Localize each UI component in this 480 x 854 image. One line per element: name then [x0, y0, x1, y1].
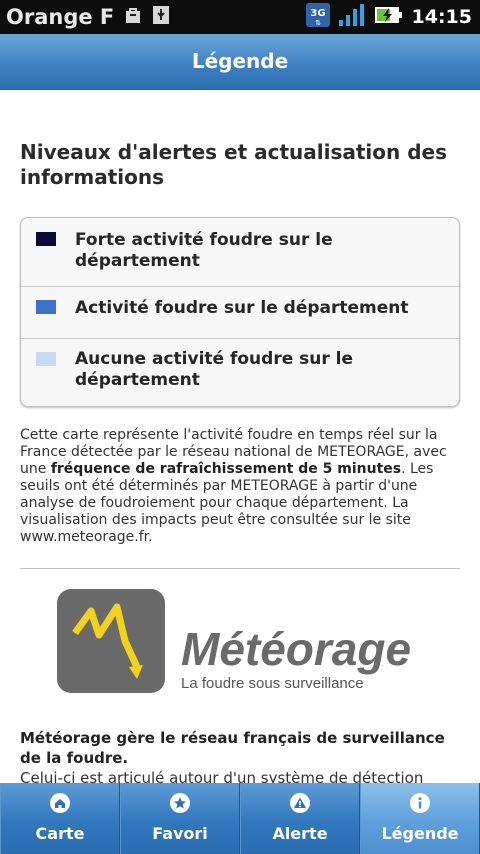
svg-text:3G: 3G [310, 8, 325, 19]
legend-item-label: Forte activité foudre sur le département [75, 230, 333, 271]
legend-swatch-strong [36, 232, 56, 246]
tab-label: Carte [35, 824, 85, 843]
warning-icon [290, 793, 310, 813]
about-heading: Météorage gère le réseau français de sur… [20, 729, 445, 767]
tab-label: Alerte [272, 824, 328, 843]
description-paragraph: Cette carte représente l'activité foudre… [20, 427, 447, 545]
tab-alerte[interactable]: Alerte [240, 783, 360, 854]
tab-label: Légende [381, 824, 459, 843]
clock: 14:15 [411, 6, 472, 28]
section-heading: Niveaux d'alertes et actualisation des i… [20, 140, 447, 189]
meteorage-logo-icon: Météorage La foudre sous surveillance [55, 583, 423, 708]
svg-text:La foudre sous surveillance: La foudre sous surveillance [181, 675, 364, 692]
divider [20, 568, 460, 569]
home-icon [50, 793, 70, 813]
tab-favori[interactable]: Favori [120, 783, 240, 854]
svg-text:Météorage: Météorage [181, 623, 411, 675]
legend-swatch-none [36, 352, 56, 366]
legend-item: Activité foudre sur le département [21, 287, 459, 339]
tab-legende[interactable]: Légende [360, 783, 480, 854]
legend-item-label: Aucune activité foudre sur le départemen… [75, 349, 354, 390]
refresh-frequency: fréquence de rafraîchissement de 5 minut… [50, 461, 402, 477]
usb-icon [152, 5, 170, 29]
battery-charging-icon [374, 5, 404, 29]
carrier-name: Orange F [6, 5, 115, 29]
network-3g-icon: 3G ⇅ [305, 3, 330, 31]
legend-content[interactable]: Niveaux d'alertes et actualisation des i… [0, 90, 480, 783]
tab-carte[interactable]: Carte [0, 783, 120, 854]
about-body: Celui-ci est articulé autour d'un systèm… [20, 769, 424, 783]
legend-swatch-medium [36, 300, 56, 314]
shopping-bag-icon [124, 6, 142, 28]
info-icon [410, 793, 430, 813]
alert-legend: Forte activité foudre sur le département… [20, 217, 460, 407]
meteorage-logo: Météorage La foudre sous surveillance [55, 583, 423, 708]
legend-item-label: Activité foudre sur le département [75, 298, 409, 318]
svg-text:⇅: ⇅ [315, 19, 321, 27]
page-title: Légende [191, 49, 289, 73]
status-bar: Orange F 3G ⇅ 14:15 [0, 0, 480, 34]
legend-item: Forte activité foudre sur le département [21, 218, 459, 287]
tab-bar: Carte Favori Alerte Légende [0, 783, 480, 854]
legend-item: Aucune activité foudre sur le départemen… [21, 339, 459, 406]
signal-strength-icon [338, 3, 366, 31]
title-bar: Légende [0, 34, 480, 90]
star-icon [170, 793, 190, 813]
about-text: Météorage gère le réseau français de sur… [20, 728, 460, 783]
tab-label: Favori [152, 824, 208, 843]
